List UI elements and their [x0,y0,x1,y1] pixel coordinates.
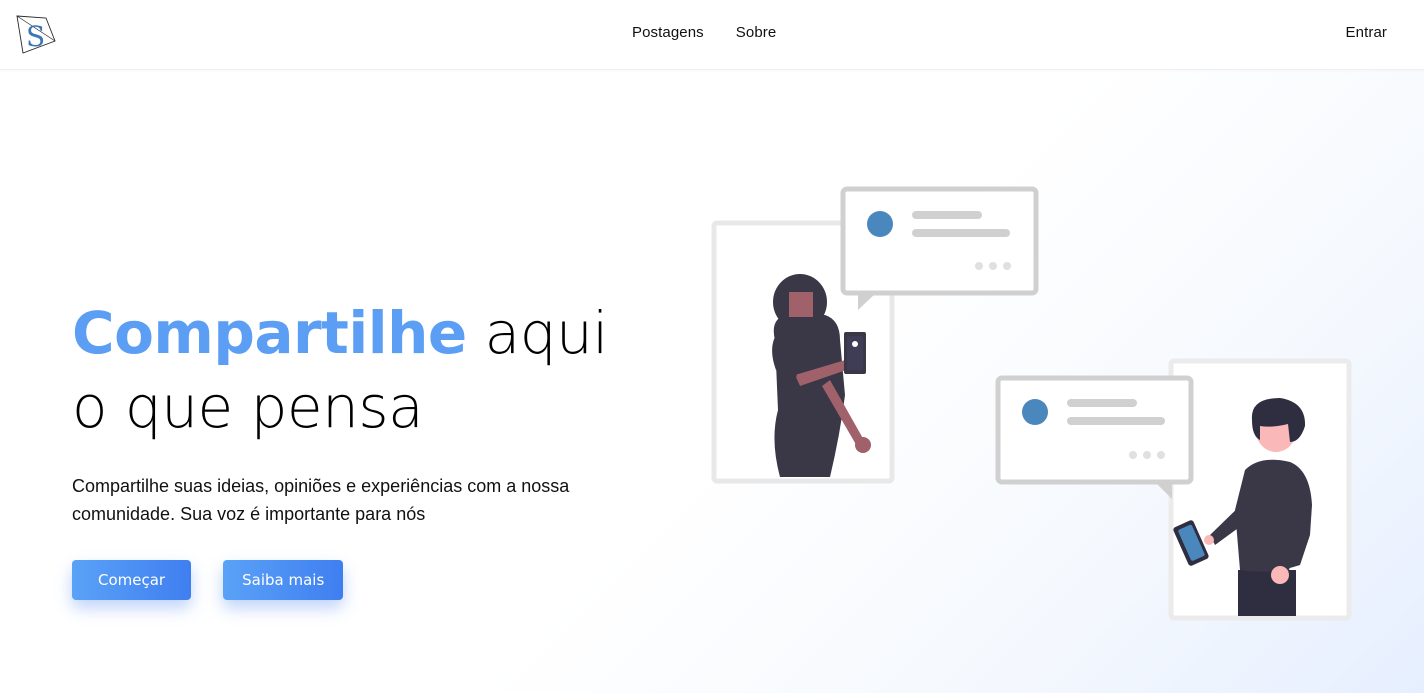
illustration-svg [711,186,1352,621]
navbar: S Postagens Sobre Entrar [0,0,1424,70]
hero-buttons: Começar Saiba mais [72,560,344,600]
nav-sobre-link[interactable]: Sobre [736,24,777,41]
login-link[interactable]: Entrar [1346,24,1387,41]
bottom-message-bubble [995,375,1194,499]
logo-icon: S [16,15,56,54]
hero-description: Compartilhe suas ideias, opiniões e expe… [72,476,570,524]
people-sharing-messages-illustration [700,180,1360,630]
start-button[interactable]: Começar [72,560,192,600]
logo-letter: S [26,20,45,53]
headline-accent: Compartilhe [72,299,467,367]
learn-more-button[interactable]: Saiba mais [223,560,344,600]
nav-postagens-link[interactable]: Postagens [632,24,704,41]
logo-link[interactable]: S [14,13,58,55]
top-message-bubble [840,186,1039,310]
hero-headline: Compartilhe aqui o que pensa [72,296,672,444]
headline-line2: o que pensa [72,373,424,441]
main-nav: Postagens Sobre [632,24,776,41]
headline-rest: aqui [466,299,609,367]
hero-section: Compartilhe aqui o que pensa Compartilhe… [72,296,672,528]
